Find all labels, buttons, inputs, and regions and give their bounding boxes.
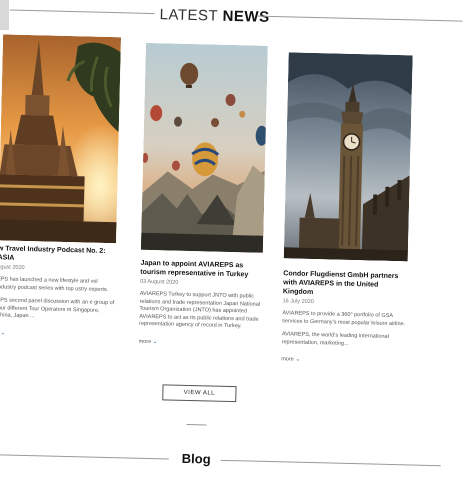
card-date: ugust 2020 <box>0 264 115 273</box>
view-all-button[interactable]: VIEW ALL <box>162 384 236 402</box>
card-date: 16 July 2020 <box>283 298 407 307</box>
card-title[interactable]: w Travel Industry Podcast No. 2: ASIA <box>0 244 116 265</box>
blog-heading: Blog <box>182 451 211 467</box>
blog-rule-left <box>0 454 169 459</box>
hot-air-balloons-photo[interactable] <box>141 43 268 253</box>
title-bold-text: NEWS <box>222 8 269 26</box>
read-more-link[interactable]: more ⌄ <box>281 355 405 365</box>
read-more-label: more <box>139 338 152 344</box>
heading-rule-right <box>258 16 463 22</box>
card-paragraph: EPS second panel discussion with an e gr… <box>0 297 115 322</box>
chevron-down-icon: ⌄ <box>0 330 5 336</box>
card-paragraph: AVIAREPS, the world's leading internatio… <box>282 331 406 349</box>
card-paragraph: AVIAREPS Turkey to support JNTO with pub… <box>139 291 262 331</box>
section-title: LATEST NEWS <box>159 6 269 26</box>
card-date: 03 August 2020 <box>140 279 262 288</box>
news-card[interactable]: w Travel Industry Podcast No. 2: ASIA ug… <box>0 34 123 338</box>
card-title[interactable]: Condor Flugdienst GmbH partners with AVI… <box>283 269 408 299</box>
news-card[interactable]: Japan to appoint AVIAREPS as tourism rep… <box>139 43 268 347</box>
blog-divider <box>187 424 207 425</box>
blog-rule-right <box>221 460 441 466</box>
chevron-down-icon: ⌄ <box>295 357 300 363</box>
card-paragraph: AVIAREPS to provide a 360° portfolio of … <box>282 310 406 328</box>
title-light-text: LATEST <box>159 6 218 24</box>
card-title[interactable]: Japan to appoint AVIAREPS as tourism rep… <box>140 259 262 280</box>
read-more-link[interactable]: more ⌄ <box>139 337 261 347</box>
heading-rule-left <box>10 10 155 15</box>
chevron-down-icon: ⌄ <box>153 339 158 345</box>
read-more-label: more <box>281 356 294 362</box>
temple-sunset-photo[interactable] <box>0 34 121 243</box>
news-card[interactable]: Condor Flugdienst GmbH partners with AVI… <box>281 52 413 365</box>
big-ben-photo[interactable] <box>284 52 413 261</box>
news-section: LATEST NEWS <box>0 0 468 481</box>
card-paragraph: EPS has launched a new lifestyle and vel… <box>0 276 115 294</box>
read-more-link[interactable]: e ⌄ <box>0 329 114 339</box>
